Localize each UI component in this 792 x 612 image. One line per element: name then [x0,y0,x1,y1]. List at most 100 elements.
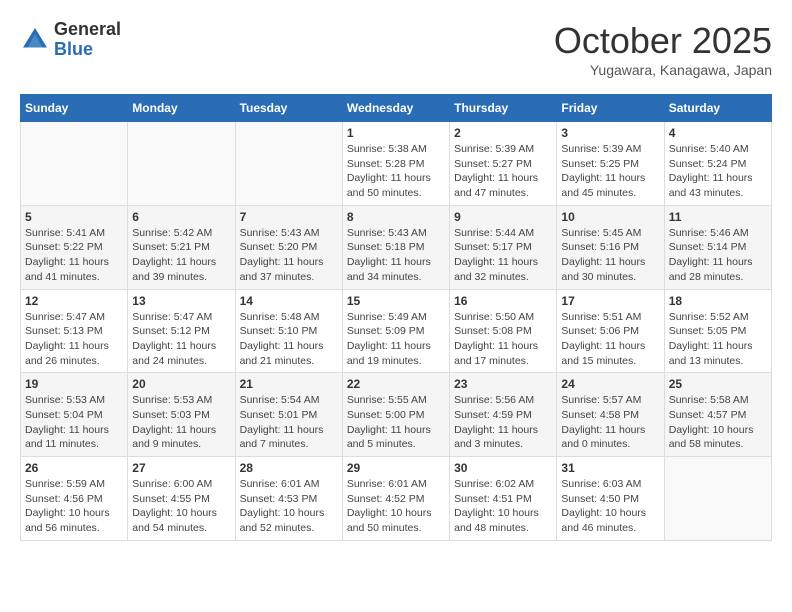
day-info: Sunrise: 5:49 AM Sunset: 5:09 PM Dayligh… [347,310,445,369]
day-number: 6 [132,210,230,224]
calendar-cell [21,122,128,206]
calendar-cell: 9 Sunrise: 5:44 AM Sunset: 5:17 PM Daylig… [450,205,557,289]
calendar-cell: 28Sunrise: 6:01 AM Sunset: 4:53 PM Dayli… [235,457,342,541]
day-info: Sunrise: 5:58 AM Sunset: 4:57 PM Dayligh… [669,393,767,452]
day-info: Sunrise: 5:50 AM Sunset: 5:08 PM Dayligh… [454,310,552,369]
day-info: Sunrise: 5:44 AM Sunset: 5:17 PM Dayligh… [454,226,552,285]
day-info: Sunrise: 6:02 AM Sunset: 4:51 PM Dayligh… [454,477,552,536]
day-info: Sunrise: 5:43 AM Sunset: 5:18 PM Dayligh… [347,226,445,285]
calendar-cell [235,122,342,206]
day-number: 30 [454,461,552,475]
day-info: Sunrise: 6:01 AM Sunset: 4:52 PM Dayligh… [347,477,445,536]
logo-blue: Blue [54,40,121,60]
weekday-header: Friday [557,95,664,122]
day-number: 21 [240,377,338,391]
day-number: 14 [240,294,338,308]
day-number: 15 [347,294,445,308]
day-number: 17 [561,294,659,308]
calendar-cell: 26Sunrise: 5:59 AM Sunset: 4:56 PM Dayli… [21,457,128,541]
calendar-cell: 17 Sunrise: 5:51 AM Sunset: 5:06 PM Dayli… [557,289,664,373]
logo: General Blue [20,20,121,60]
calendar: SundayMondayTuesdayWednesdayThursdayFrid… [20,94,772,541]
day-info: Sunrise: 5:43 AM Sunset: 5:20 PM Dayligh… [240,226,338,285]
day-info: Sunrise: 5:42 AM Sunset: 5:21 PM Dayligh… [132,226,230,285]
day-number: 3 [561,126,659,140]
day-info: Sunrise: 5:41 AM Sunset: 5:22 PM Dayligh… [25,226,123,285]
calendar-week-row: 1Sunrise: 5:38 AM Sunset: 5:28 PM Daylig… [21,122,772,206]
day-info: Sunrise: 6:03 AM Sunset: 4:50 PM Dayligh… [561,477,659,536]
logo-icon [20,25,50,55]
calendar-cell: 15 Sunrise: 5:49 AM Sunset: 5:09 PM Dayli… [342,289,449,373]
calendar-cell: 29 Sunrise: 6:01 AM Sunset: 4:52 PM Dayli… [342,457,449,541]
calendar-week-row: 5 Sunrise: 5:41 AM Sunset: 5:22 PM Daylig… [21,205,772,289]
calendar-cell: 2 Sunrise: 5:39 AM Sunset: 5:27 PM Daylig… [450,122,557,206]
day-info: Sunrise: 5:47 AM Sunset: 5:13 PM Dayligh… [25,310,123,369]
logo-text: General Blue [54,20,121,60]
day-number: 22 [347,377,445,391]
weekday-header: Tuesday [235,95,342,122]
day-number: 19 [25,377,123,391]
day-number: 20 [132,377,230,391]
weekday-header: Sunday [21,95,128,122]
calendar-cell: 8 Sunrise: 5:43 AM Sunset: 5:18 PM Daylig… [342,205,449,289]
calendar-cell: 5 Sunrise: 5:41 AM Sunset: 5:22 PM Daylig… [21,205,128,289]
day-info: Sunrise: 5:51 AM Sunset: 5:06 PM Dayligh… [561,310,659,369]
day-number: 28 [240,461,338,475]
day-number: 2 [454,126,552,140]
calendar-cell: 19 Sunrise: 5:53 AM Sunset: 5:04 PM Dayli… [21,373,128,457]
calendar-cell: 20 Sunrise: 5:53 AM Sunset: 5:03 PM Dayli… [128,373,235,457]
calendar-cell: 23Sunrise: 5:56 AM Sunset: 4:59 PM Dayli… [450,373,557,457]
day-number: 25 [669,377,767,391]
day-number: 7 [240,210,338,224]
day-info: Sunrise: 5:45 AM Sunset: 5:16 PM Dayligh… [561,226,659,285]
day-number: 8 [347,210,445,224]
day-info: Sunrise: 5:59 AM Sunset: 4:56 PM Dayligh… [25,477,123,536]
day-number: 23 [454,377,552,391]
weekday-header: Saturday [664,95,771,122]
day-number: 5 [25,210,123,224]
calendar-week-row: 26Sunrise: 5:59 AM Sunset: 4:56 PM Dayli… [21,457,772,541]
calendar-week-row: 19 Sunrise: 5:53 AM Sunset: 5:04 PM Dayli… [21,373,772,457]
subtitle: Yugawara, Kanagawa, Japan [554,62,772,78]
day-number: 1 [347,126,445,140]
calendar-cell: 21Sunrise: 5:54 AM Sunset: 5:01 PM Dayli… [235,373,342,457]
calendar-cell: 4 Sunrise: 5:40 AM Sunset: 5:24 PM Daylig… [664,122,771,206]
day-number: 4 [669,126,767,140]
header: General Blue October 2025 Yugawara, Kana… [20,20,772,78]
logo-general: General [54,20,121,40]
calendar-cell: 18 Sunrise: 5:52 AM Sunset: 5:05 PM Dayli… [664,289,771,373]
day-number: 12 [25,294,123,308]
day-info: Sunrise: 5:53 AM Sunset: 5:03 PM Dayligh… [132,393,230,452]
day-number: 27 [132,461,230,475]
day-number: 24 [561,377,659,391]
day-number: 9 [454,210,552,224]
calendar-cell: 22Sunrise: 5:55 AM Sunset: 5:00 PM Dayli… [342,373,449,457]
day-info: Sunrise: 5:53 AM Sunset: 5:04 PM Dayligh… [25,393,123,452]
day-number: 31 [561,461,659,475]
calendar-cell: 6 Sunrise: 5:42 AM Sunset: 5:21 PM Daylig… [128,205,235,289]
calendar-cell: 27Sunrise: 6:00 AM Sunset: 4:55 PM Dayli… [128,457,235,541]
calendar-cell: 10 Sunrise: 5:45 AM Sunset: 5:16 PM Dayli… [557,205,664,289]
weekday-header-row: SundayMondayTuesdayWednesdayThursdayFrid… [21,95,772,122]
calendar-cell: 1Sunrise: 5:38 AM Sunset: 5:28 PM Daylig… [342,122,449,206]
calendar-cell [664,457,771,541]
day-info: Sunrise: 5:39 AM Sunset: 5:25 PM Dayligh… [561,142,659,201]
weekday-header: Thursday [450,95,557,122]
day-info: Sunrise: 5:40 AM Sunset: 5:24 PM Dayligh… [669,142,767,201]
calendar-cell: 24 Sunrise: 5:57 AM Sunset: 4:58 PM Dayli… [557,373,664,457]
day-number: 18 [669,294,767,308]
calendar-cell: 3 Sunrise: 5:39 AM Sunset: 5:25 PM Daylig… [557,122,664,206]
weekday-header: Wednesday [342,95,449,122]
day-number: 16 [454,294,552,308]
day-info: Sunrise: 5:47 AM Sunset: 5:12 PM Dayligh… [132,310,230,369]
page: General Blue October 2025 Yugawara, Kana… [0,0,792,561]
title-area: October 2025 Yugawara, Kanagawa, Japan [554,20,772,78]
calendar-cell: 14Sunrise: 5:48 AM Sunset: 5:10 PM Dayli… [235,289,342,373]
day-info: Sunrise: 5:57 AM Sunset: 4:58 PM Dayligh… [561,393,659,452]
day-number: 10 [561,210,659,224]
day-info: Sunrise: 5:52 AM Sunset: 5:05 PM Dayligh… [669,310,767,369]
day-info: Sunrise: 5:39 AM Sunset: 5:27 PM Dayligh… [454,142,552,201]
day-number: 11 [669,210,767,224]
day-number: 29 [347,461,445,475]
calendar-cell: 12 Sunrise: 5:47 AM Sunset: 5:13 PM Dayli… [21,289,128,373]
